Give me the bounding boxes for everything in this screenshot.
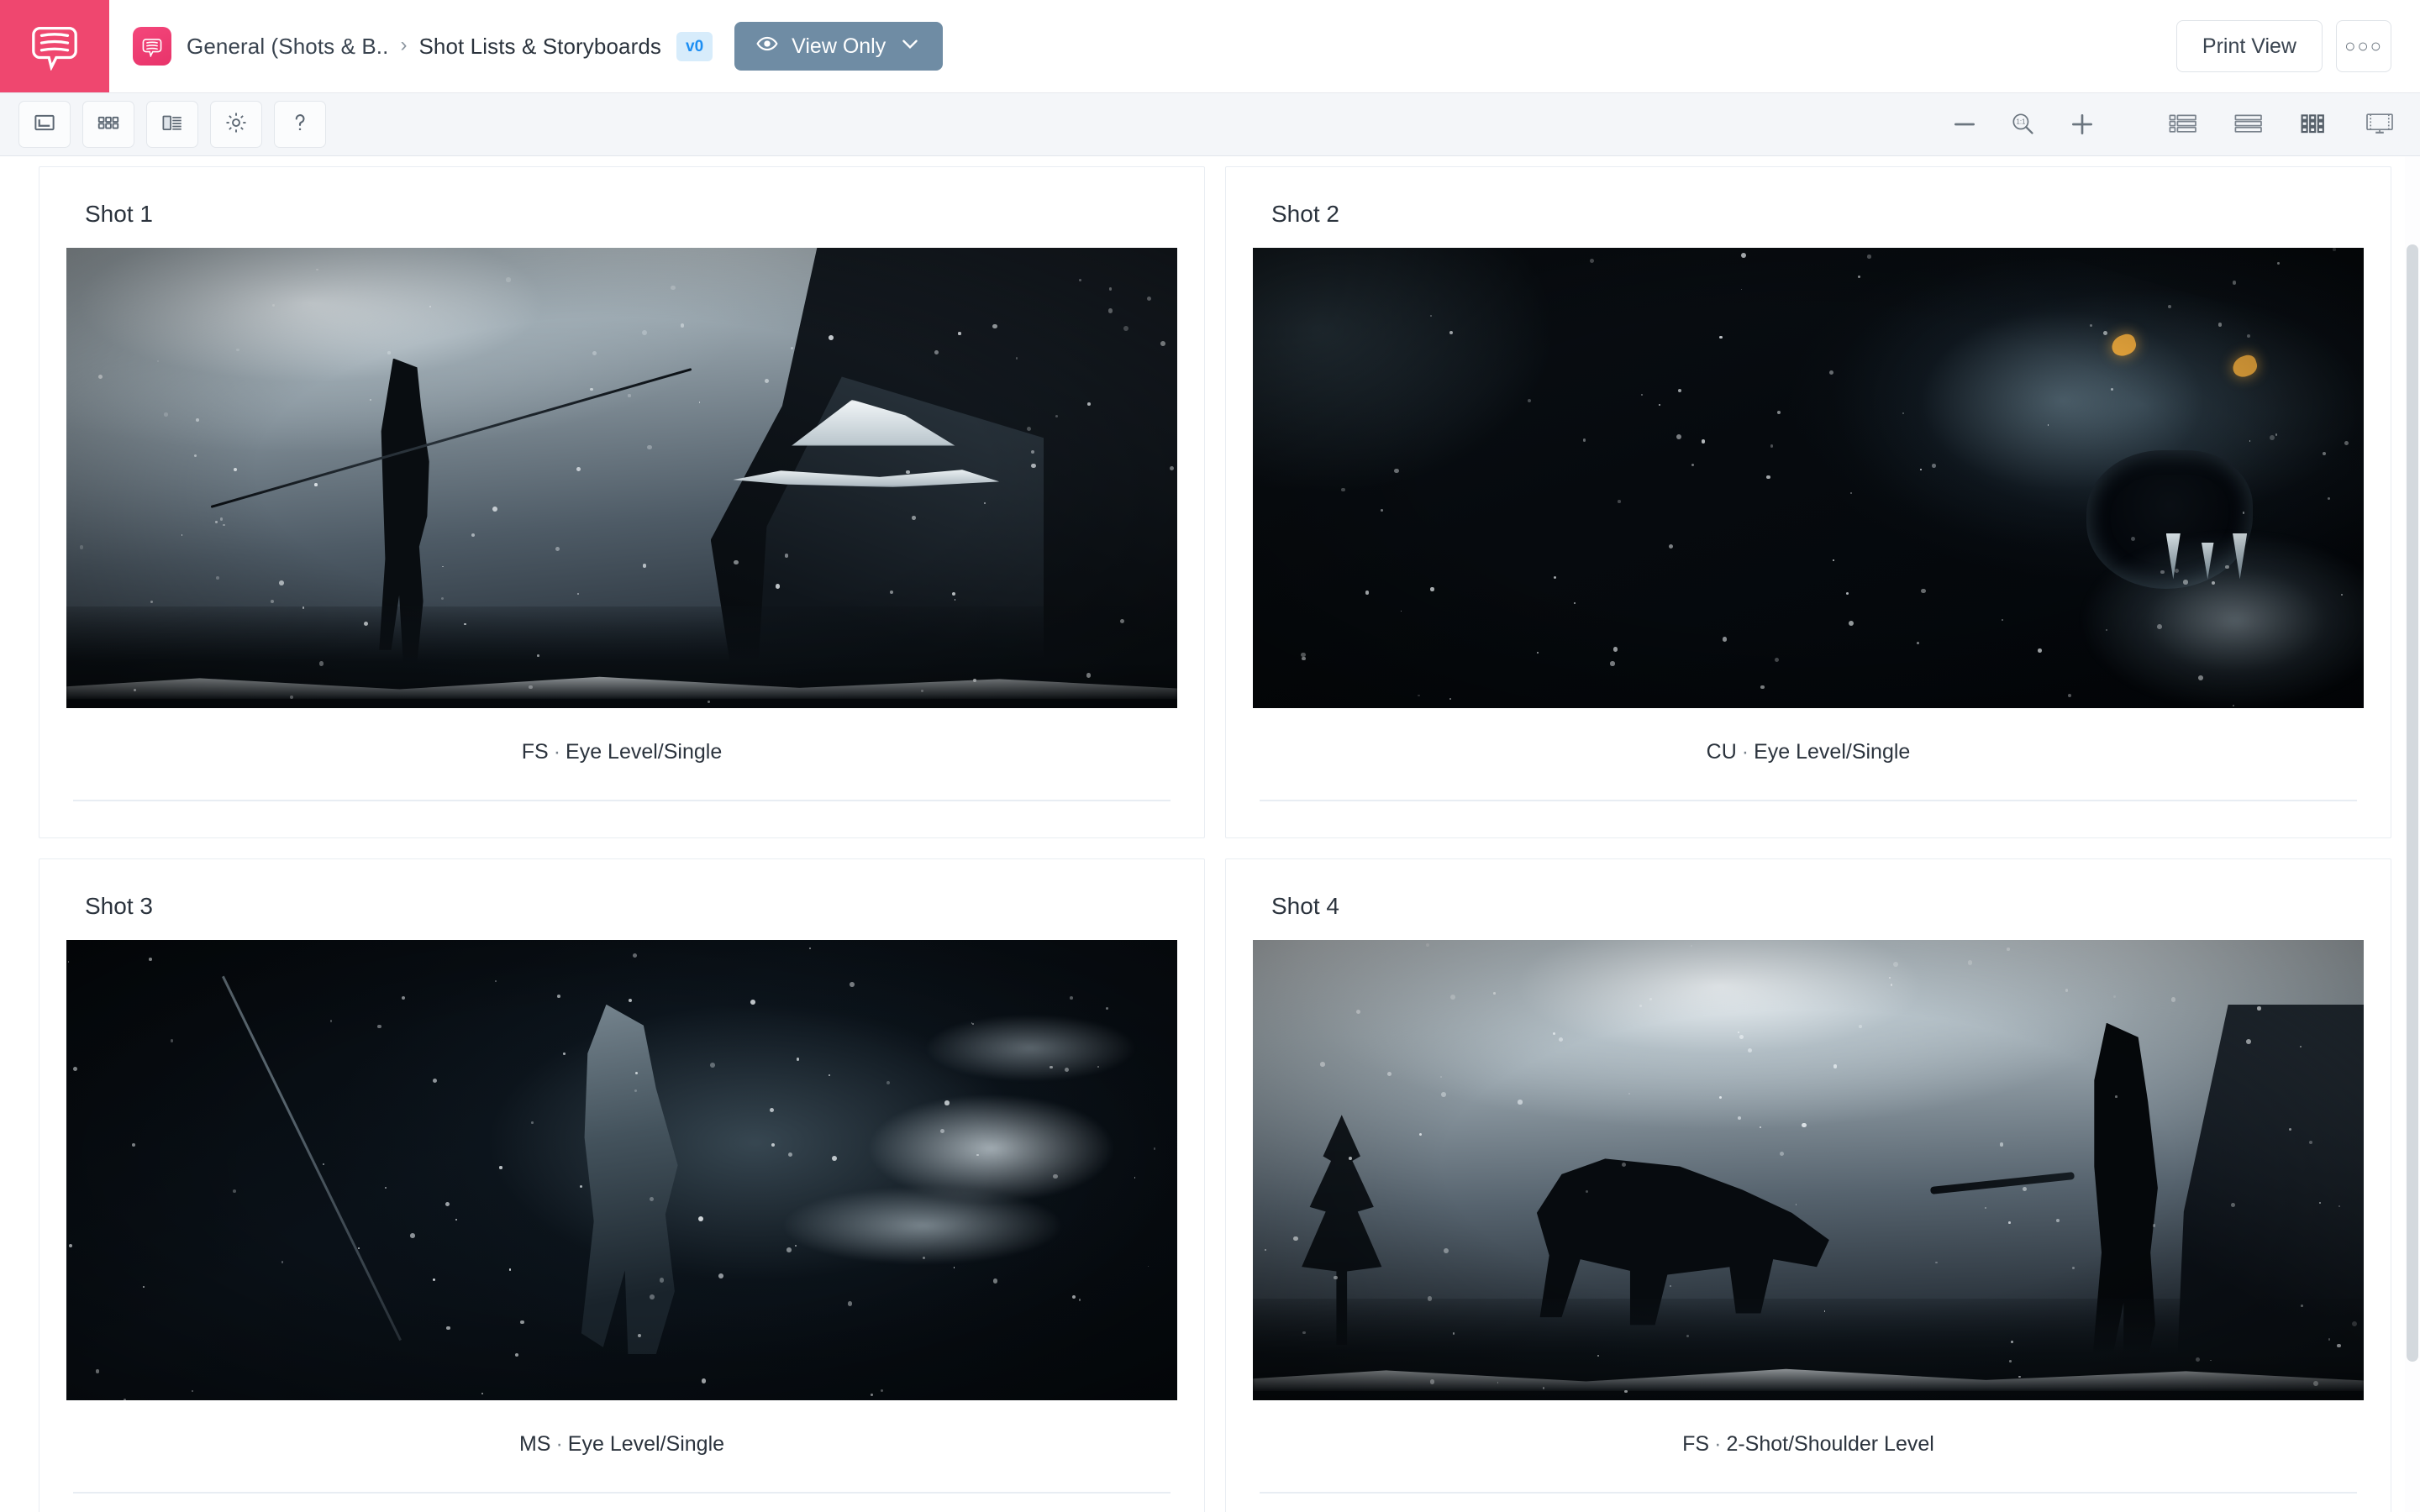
storyboard-grid: Shot 1 FS · Eye Level/Single Shot 2 CU ·… xyxy=(0,156,2420,1512)
toolbar-right-group: 1:1 xyxy=(1948,108,2396,141)
more-options-button[interactable]: ○○○ xyxy=(2336,20,2391,72)
caption-separator: · xyxy=(553,740,561,764)
shot-title: Shot 3 xyxy=(85,893,153,919)
scrollbar-thumb[interactable] xyxy=(2407,244,2418,1362)
card-divider xyxy=(73,1492,1171,1494)
view-mode-rows[interactable] xyxy=(2232,109,2265,139)
editor-toolbar: 1:1 xyxy=(0,92,2420,156)
project-bubble-icon[interactable] xyxy=(133,27,171,66)
print-view-button[interactable]: Print View xyxy=(2175,20,2323,72)
grid-nine-icon xyxy=(2299,111,2329,139)
app-header: General (Shots & B.. › Shot Lists & Stor… xyxy=(0,0,2420,92)
shot-card[interactable]: Shot 4 FS · 2-Shot/Shoulder Level xyxy=(1225,858,2391,1512)
shot-type: Eye Level/Single xyxy=(566,740,723,764)
card-divider xyxy=(1260,1492,2357,1494)
shot-size: FS xyxy=(1682,1432,1710,1456)
fit-to-screen-button[interactable] xyxy=(18,101,71,148)
frameio-bubble-logo-icon xyxy=(29,18,81,75)
header-actions: Print View ○○○ xyxy=(2175,20,2420,72)
vertical-scrollbar[interactable] xyxy=(2405,156,2420,1512)
ellipsis-icon: ○○○ xyxy=(2344,35,2383,56)
shot-caption: FS · 2-Shot/Shoulder Level xyxy=(1253,1400,2364,1457)
breadcrumb-separator-icon: › xyxy=(400,34,408,56)
caption-separator: · xyxy=(555,1432,563,1456)
shot-size: FS xyxy=(521,740,549,764)
shot-thumbnail[interactable] xyxy=(66,248,1177,708)
shot-card[interactable]: Shot 3 MS · Eye Level/Single xyxy=(39,858,1205,1512)
zoom-out-button[interactable] xyxy=(1948,108,1981,141)
zoom-reset-button[interactable]: 1:1 xyxy=(2007,108,2040,141)
eye-icon xyxy=(756,33,778,60)
shot-type: 2-Shot/Shoulder Level xyxy=(1726,1432,1934,1456)
view-only-label: View Only xyxy=(792,34,886,58)
view-mode-switcher xyxy=(2166,109,2396,139)
grid-layout-button[interactable] xyxy=(82,101,134,148)
view-mode-list-thumbnails[interactable] xyxy=(2166,109,2200,139)
help-button[interactable] xyxy=(274,101,326,148)
scene-vignette xyxy=(1253,248,2364,708)
shot-type: Eye Level/Single xyxy=(567,1432,725,1456)
version-badge[interactable]: v0 xyxy=(676,31,713,61)
shot-size: CU xyxy=(1706,740,1737,764)
question-mark-icon xyxy=(287,110,313,139)
toolbar-left-group xyxy=(18,101,326,148)
list-thumbnails-icon xyxy=(2168,111,2198,139)
card-divider xyxy=(73,800,1171,801)
view-mode-grid[interactable] xyxy=(2297,109,2331,139)
settings-button[interactable] xyxy=(210,101,262,148)
shot-type: Eye Level/Single xyxy=(1754,740,1911,764)
zoom-controls: 1:1 xyxy=(1948,108,2099,141)
zoom-in-button[interactable] xyxy=(2065,108,2099,141)
shot-thumbnail[interactable] xyxy=(66,940,1177,1400)
shot-size: MS xyxy=(518,1432,551,1456)
shot-card[interactable]: Shot 1 FS · Eye Level/Single xyxy=(39,166,1205,838)
card-divider xyxy=(1260,800,2357,801)
crop-frame-icon xyxy=(32,110,57,139)
app-logo[interactable] xyxy=(0,0,109,92)
gear-icon xyxy=(224,110,249,139)
shot-thumbnail[interactable] xyxy=(1253,940,2364,1400)
shot-thumbnail[interactable] xyxy=(1253,248,2364,708)
caption-separator: · xyxy=(1714,1432,1722,1456)
chevron-down-icon xyxy=(899,33,921,60)
monitor-icon xyxy=(2365,111,2395,139)
panel-layout-button[interactable] xyxy=(146,101,198,148)
breadcrumb-parent[interactable]: General (Shots & B.. xyxy=(187,34,388,60)
shot-title: Shot 1 xyxy=(85,201,153,227)
shot-caption: FS · Eye Level/Single xyxy=(66,708,1177,764)
shot-caption: CU · Eye Level/Single xyxy=(1253,708,2364,764)
scene-vignette xyxy=(1253,940,2364,1400)
breadcrumb: General (Shots & B.. › Shot Lists & Stor… xyxy=(109,22,2176,71)
caption-separator: · xyxy=(1741,740,1749,764)
breadcrumb-current[interactable]: Shot Lists & Storyboards xyxy=(418,34,661,60)
split-panel-icon xyxy=(160,110,185,139)
shot-title: Shot 4 xyxy=(1271,893,1339,919)
shot-card[interactable]: Shot 2 CU · Eye Level/Single xyxy=(1225,166,2391,838)
scene-vignette xyxy=(66,940,1177,1400)
grid-six-icon xyxy=(96,110,121,139)
svg-text:1:1: 1:1 xyxy=(2016,118,2025,126)
scene-vignette xyxy=(66,248,1177,708)
rows-icon xyxy=(2233,111,2264,139)
view-only-button[interactable]: View Only xyxy=(734,22,944,71)
shot-caption: MS · Eye Level/Single xyxy=(66,1400,1177,1457)
view-mode-presentation[interactable] xyxy=(2363,109,2396,139)
shot-title: Shot 2 xyxy=(1271,201,1339,227)
